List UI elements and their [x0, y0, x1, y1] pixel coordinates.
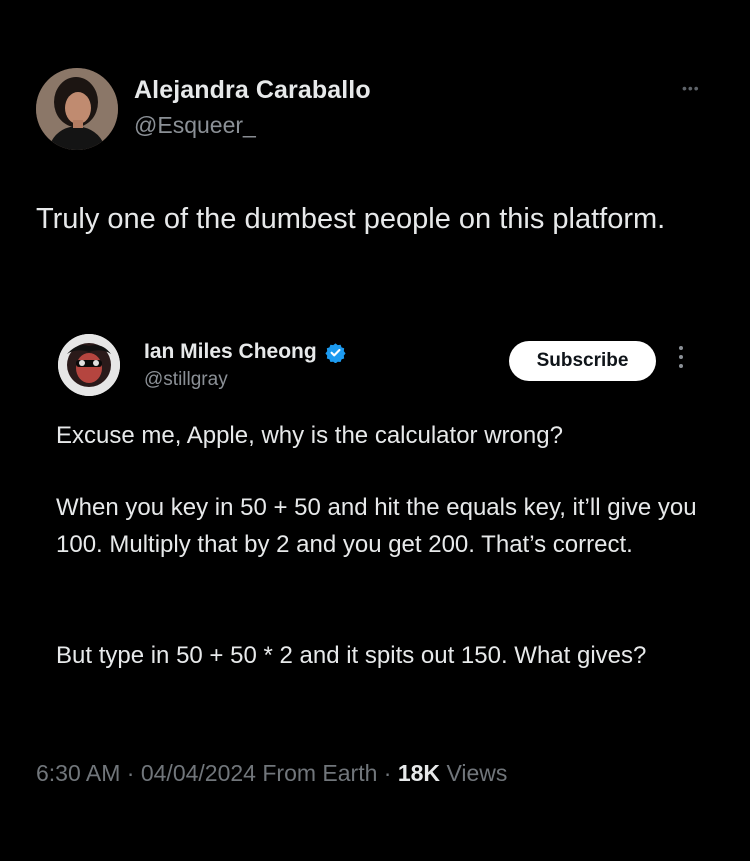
tweet-source: From Earth — [262, 760, 378, 786]
quoted-avatar-image — [58, 334, 120, 396]
more-options-icon[interactable]: ••• — [682, 80, 712, 96]
quoted-author-avatar[interactable] — [58, 334, 120, 396]
subscribe-button[interactable]: Subscribe — [509, 341, 656, 381]
author-avatar-image — [36, 68, 118, 150]
verified-badge-icon — [325, 342, 346, 363]
author-handle[interactable]: @Esqueer_ — [134, 112, 256, 139]
meta-separator: · — [383, 760, 392, 786]
quoted-paragraph: But type in 50 + 50 * 2 and it spits out… — [56, 642, 647, 669]
quoted-author-handle[interactable]: @stillgray — [144, 369, 228, 391]
author-avatar[interactable] — [36, 68, 118, 150]
tweet-metadata: 6:30 AM · 04/04/2024 From Earth · 18K Vi… — [36, 760, 507, 787]
tweet: Alejandra Caraballo @Esqueer_ ••• Truly … — [0, 0, 750, 861]
quoted-paragraph: When you key in 50 + 50 and hit the equa… — [56, 494, 697, 558]
views-count[interactable]: 18K — [398, 760, 440, 786]
meta-separator: · — [126, 760, 135, 786]
views-label[interactable]: Views — [446, 760, 507, 786]
tweet-date[interactable]: 04/04/2024 — [141, 760, 256, 786]
quoted-paragraph: Excuse me, Apple, why is the calculator … — [56, 422, 563, 449]
quoted-name-row: Ian Miles Cheong — [144, 340, 346, 364]
author-name[interactable]: Alejandra Caraballo — [134, 76, 371, 105]
quoted-more-options-icon[interactable] — [676, 346, 686, 374]
quoted-author-name[interactable]: Ian Miles Cheong — [144, 340, 317, 364]
tweet-time[interactable]: 6:30 AM — [36, 760, 120, 786]
tweet-text: Truly one of the dumbest people on this … — [36, 203, 666, 235]
